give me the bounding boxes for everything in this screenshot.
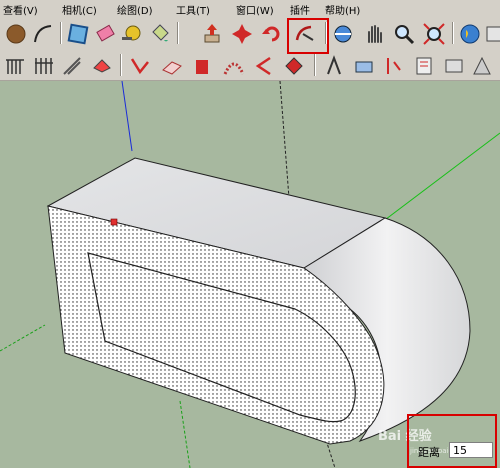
cube-tool-button[interactable] <box>66 22 90 46</box>
tape-measure-tool-button[interactable] <box>120 22 144 46</box>
orbit-tool-button[interactable] <box>331 22 355 46</box>
menu-view[interactable]: 查看(V) <box>3 2 38 17</box>
zoom-icon <box>395 25 415 45</box>
fence-icon <box>35 58 53 74</box>
circle-tool-button[interactable] <box>4 22 28 46</box>
menu-draw[interactable]: 绘图(D) <box>117 2 153 17</box>
separator <box>60 22 62 44</box>
arc-icon <box>34 25 52 43</box>
menu-camera[interactable]: 相机(C) <box>62 2 97 17</box>
green-axis-dashed <box>0 324 46 352</box>
eraser-angle-icon <box>93 59 111 73</box>
cube-icon <box>67 23 89 45</box>
rotate-arrow-tool-button[interactable] <box>190 54 214 78</box>
bend-tool-button[interactable] <box>252 54 276 78</box>
pin-icon <box>285 57 303 75</box>
chair-tool-button[interactable] <box>352 54 376 78</box>
tool-c-icon <box>445 59 463 73</box>
move-icon <box>232 24 252 44</box>
rotate-arrow-icon <box>196 60 208 74</box>
menu-help[interactable]: 帮助(H) <box>325 2 360 17</box>
separator <box>314 54 316 76</box>
angle-icon <box>327 55 341 75</box>
blue-axis <box>121 81 133 152</box>
menu-tools[interactable]: 工具(T) <box>176 2 210 17</box>
knife-icon <box>63 57 81 75</box>
menu-plugins[interactable]: 插件 <box>290 2 310 17</box>
zoom-extents-icon <box>423 23 445 45</box>
circle-icon <box>6 24 26 44</box>
scene-canvas <box>0 81 500 468</box>
separator <box>120 54 122 76</box>
arch-icon <box>223 62 245 75</box>
endpoint-marker <box>110 218 118 226</box>
bend-icon <box>255 56 271 76</box>
eraser-tool-button[interactable] <box>94 22 118 46</box>
knife-tool-button[interactable] <box>60 54 84 78</box>
tool-a-icon <box>387 58 401 74</box>
globe-icon <box>460 24 480 44</box>
line-cut-icon <box>130 58 149 75</box>
zoom-extents-tool-button[interactable] <box>422 22 446 46</box>
tool-b-button[interactable] <box>412 54 436 78</box>
vertical-guide <box>279 81 291 212</box>
orbit-icon <box>334 25 352 43</box>
menu-window[interactable]: 窗口(W) <box>236 2 274 17</box>
section-icon <box>6 59 24 74</box>
push-pull-tool-button[interactable] <box>200 22 224 46</box>
tool-d-button[interactable] <box>470 54 494 78</box>
pan-icon <box>368 25 382 43</box>
fence-tool-button[interactable] <box>32 54 56 78</box>
chair-icon <box>355 61 373 73</box>
arch-tool-button[interactable] <box>222 54 246 78</box>
rectangle-tool-button[interactable] <box>160 54 184 78</box>
tool-d-icon <box>473 56 491 75</box>
line-cut-tool-button[interactable] <box>128 54 152 78</box>
globe-tool-button[interactable] <box>458 22 482 46</box>
angle-tool-button[interactable] <box>322 54 346 78</box>
tool-a-button[interactable] <box>382 54 406 78</box>
component-icon <box>486 26 500 42</box>
eraser-icon <box>96 24 115 42</box>
move-tool-button[interactable] <box>230 22 254 46</box>
rotate-tool-button[interactable] <box>260 22 284 46</box>
distance-label: 距离 <box>418 446 440 459</box>
pan-tool-button[interactable] <box>362 22 386 46</box>
tool-c-button[interactable] <box>442 54 466 78</box>
toolbar-plugins <box>0 50 500 81</box>
separator <box>177 22 179 44</box>
distance-input[interactable]: 15 <box>449 442 493 458</box>
eraser-angle-tool-button[interactable] <box>90 54 114 78</box>
tool-b-icon <box>416 57 432 75</box>
zoom-tool-button[interactable] <box>392 22 416 46</box>
paint-bucket-tool-button[interactable] <box>148 22 172 46</box>
component-tool-button[interactable] <box>484 22 500 46</box>
rectangle-icon <box>162 61 182 75</box>
pin-tool-button[interactable] <box>282 54 306 78</box>
menu-bar: 查看(V) 相机(C) 绘图(D) 工具(T) 窗口(W) 插件 帮助(H) <box>0 0 500 18</box>
arc-tool-button[interactable] <box>31 22 55 46</box>
tape-measure-icon <box>122 25 141 41</box>
model-viewport[interactable] <box>0 81 500 468</box>
section-tool-button[interactable] <box>3 54 27 78</box>
follow-me-highlight <box>287 18 329 54</box>
rotate-icon <box>262 26 280 42</box>
toolbar-main <box>0 18 500 51</box>
separator <box>452 22 454 44</box>
green-axis-dashed-bottom <box>179 400 191 468</box>
paint-bucket-icon <box>152 24 169 42</box>
push-pull-icon <box>204 24 220 43</box>
